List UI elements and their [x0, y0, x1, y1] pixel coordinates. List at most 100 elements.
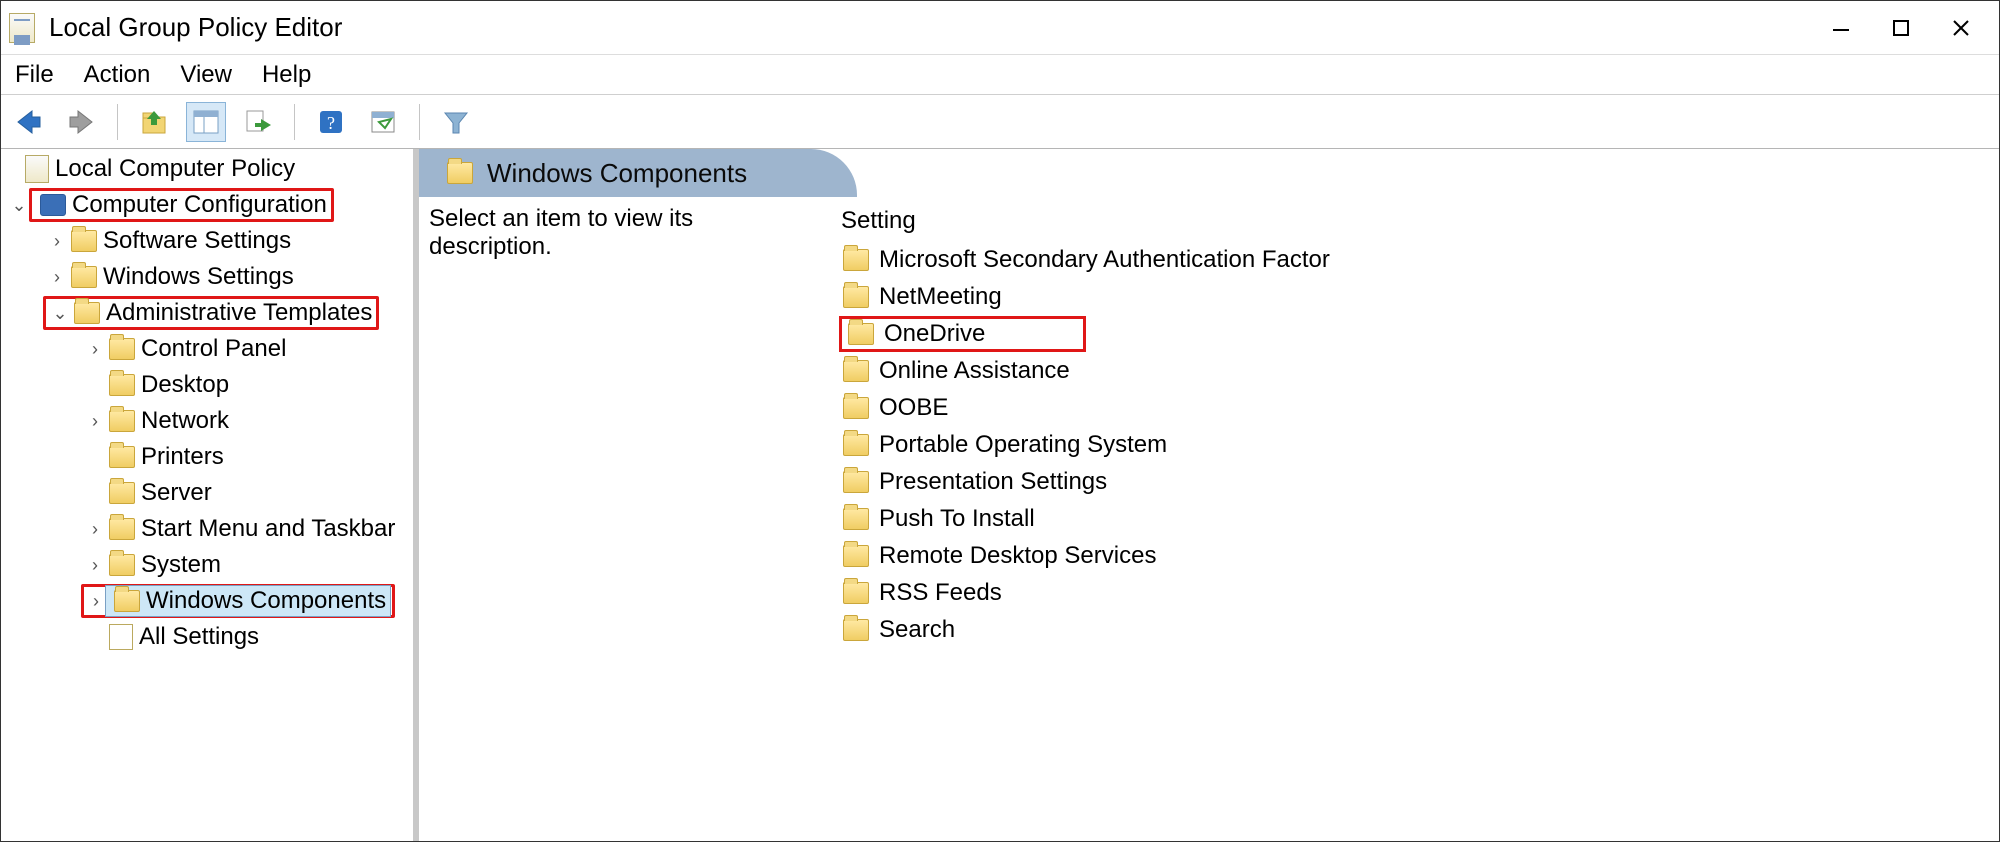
back-button[interactable] [9, 102, 49, 142]
menu-bar: File Action View Help [1, 55, 1999, 95]
details-header-title: Windows Components [487, 158, 747, 189]
settings-list[interactable]: Setting Microsoft Secondary Authenticati… [829, 205, 1999, 841]
app-icon [9, 13, 35, 43]
folder-icon [843, 619, 869, 641]
folder-icon [447, 162, 473, 184]
settings-list-item[interactable]: Online Assistance [839, 352, 1989, 389]
folder-icon [109, 554, 135, 576]
settings-list-item[interactable]: Microsoft Secondary Authentication Facto… [839, 241, 1989, 278]
title-bar: Local Group Policy Editor [1, 1, 1999, 55]
settings-list-item[interactable]: Portable Operating System [839, 426, 1989, 463]
settings-list-item-label: RSS Feeds [879, 579, 1002, 607]
description-column: Select an item to view its description. [419, 205, 829, 841]
settings-list-item[interactable]: Remote Desktop Services [839, 537, 1989, 574]
details-header: Windows Components [419, 149, 857, 197]
annotation-highlight: Computer Configuration [29, 188, 334, 222]
settings-list-item[interactable]: RSS Feeds [839, 574, 1989, 611]
details-pane: Windows Components Select an item to vie… [419, 149, 1999, 841]
forward-button[interactable] [61, 102, 101, 142]
menu-view[interactable]: View [180, 61, 232, 89]
help-button[interactable]: ? [311, 102, 351, 142]
tree-pane[interactable]: ▾ Local Computer Policy ⌄ Computer Confi… [1, 149, 419, 841]
tree-computer-configuration[interactable]: ⌄ Computer Configuration [1, 187, 413, 223]
settings-list-item-label: NetMeeting [879, 283, 1002, 311]
annotation-highlight: › Windows Components [81, 584, 395, 618]
folder-icon [843, 471, 869, 493]
expander-icon[interactable]: › [86, 591, 106, 612]
minimize-button[interactable] [1811, 6, 1871, 50]
settings-list-item[interactable]: OOBE [839, 389, 1989, 426]
expander-icon[interactable]: › [85, 555, 105, 576]
tree-server[interactable]: › Server [1, 475, 413, 511]
settings-list-item-label: Online Assistance [879, 357, 1070, 385]
folder-icon [71, 230, 97, 252]
tree-printers[interactable]: › Printers [1, 439, 413, 475]
folder-icon [843, 249, 869, 271]
menu-file[interactable]: File [15, 61, 54, 89]
settings-list-item[interactable]: NetMeeting [839, 278, 1989, 315]
tree-all-settings[interactable]: › All Settings [1, 619, 413, 655]
folder-icon [843, 397, 869, 419]
folder-icon [843, 434, 869, 456]
tree-network[interactable]: › Network [1, 403, 413, 439]
window-title: Local Group Policy Editor [49, 12, 342, 43]
tree-windows-settings[interactable]: › Windows Settings [1, 259, 413, 295]
settings-list-item[interactable]: Presentation Settings [839, 463, 1989, 500]
tree-start-menu-and-taskbar[interactable]: › Start Menu and Taskbar [1, 511, 413, 547]
folder-icon [71, 266, 97, 288]
settings-list-item-label: OOBE [879, 394, 948, 422]
settings-list-item-label: OneDrive [884, 320, 985, 348]
settings-list-item[interactable]: Push To Install [839, 500, 1989, 537]
show-hide-tree-button[interactable] [186, 102, 226, 142]
folder-icon [109, 518, 135, 540]
tree-root[interactable]: ▾ Local Computer Policy [1, 151, 413, 187]
settings-list-item-label: Push To Install [879, 505, 1035, 533]
expander-icon[interactable]: › [47, 267, 67, 288]
menu-help[interactable]: Help [262, 61, 311, 89]
folder-icon [843, 545, 869, 567]
content-area: ▾ Local Computer Policy ⌄ Computer Confi… [1, 149, 1999, 841]
folder-icon [843, 508, 869, 530]
annotation-highlight: ⌄ Administrative Templates [43, 296, 379, 330]
settings-list-item[interactable]: Search [839, 611, 1989, 648]
folder-icon [848, 323, 874, 345]
tree-software-settings[interactable]: › Software Settings [1, 223, 413, 259]
tree-windows-components[interactable]: › Windows Components [1, 583, 413, 619]
all-settings-icon [109, 624, 133, 650]
settings-list-item-label: Presentation Settings [879, 468, 1107, 496]
folder-icon [843, 286, 869, 308]
tree-administrative-templates[interactable]: ⌄ Administrative Templates [1, 295, 413, 331]
settings-list-header: Setting [839, 205, 1989, 241]
expander-icon[interactable]: ⌄ [9, 195, 29, 216]
menu-action[interactable]: Action [84, 61, 151, 89]
settings-list-item-label: Microsoft Secondary Authentication Facto… [879, 246, 1330, 274]
expander-icon[interactable]: › [85, 411, 105, 432]
settings-list-item[interactable]: OneDrive [839, 315, 1989, 352]
export-list-button[interactable] [238, 102, 278, 142]
policy-document-icon [25, 155, 49, 183]
tree-control-panel[interactable]: › Control Panel [1, 331, 413, 367]
expander-icon[interactable]: › [85, 519, 105, 540]
settings-list-item-label: Remote Desktop Services [879, 542, 1156, 570]
close-button[interactable] [1931, 6, 1991, 50]
folder-icon [843, 582, 869, 604]
annotation-highlight: OneDrive [839, 316, 1086, 352]
folder-icon [109, 410, 135, 432]
filter-button[interactable] [436, 102, 476, 142]
expander-icon[interactable]: › [47, 231, 67, 252]
expander-icon[interactable]: › [85, 339, 105, 360]
tree-system[interactable]: › System [1, 547, 413, 583]
folder-icon [843, 360, 869, 382]
maximize-button[interactable] [1871, 6, 1931, 50]
properties-button[interactable] [363, 102, 403, 142]
settings-list-item-label: Portable Operating System [879, 431, 1167, 459]
computer-icon [40, 194, 66, 216]
folder-icon [109, 482, 135, 504]
expander-icon[interactable]: ⌄ [50, 303, 70, 324]
settings-list-item-label: Search [879, 616, 955, 644]
folder-icon [109, 338, 135, 360]
app-window: Local Group Policy Editor File Action Vi… [0, 0, 2000, 842]
tree-desktop[interactable]: › Desktop [1, 367, 413, 403]
svg-text:?: ? [327, 113, 335, 133]
up-folder-button[interactable] [134, 102, 174, 142]
